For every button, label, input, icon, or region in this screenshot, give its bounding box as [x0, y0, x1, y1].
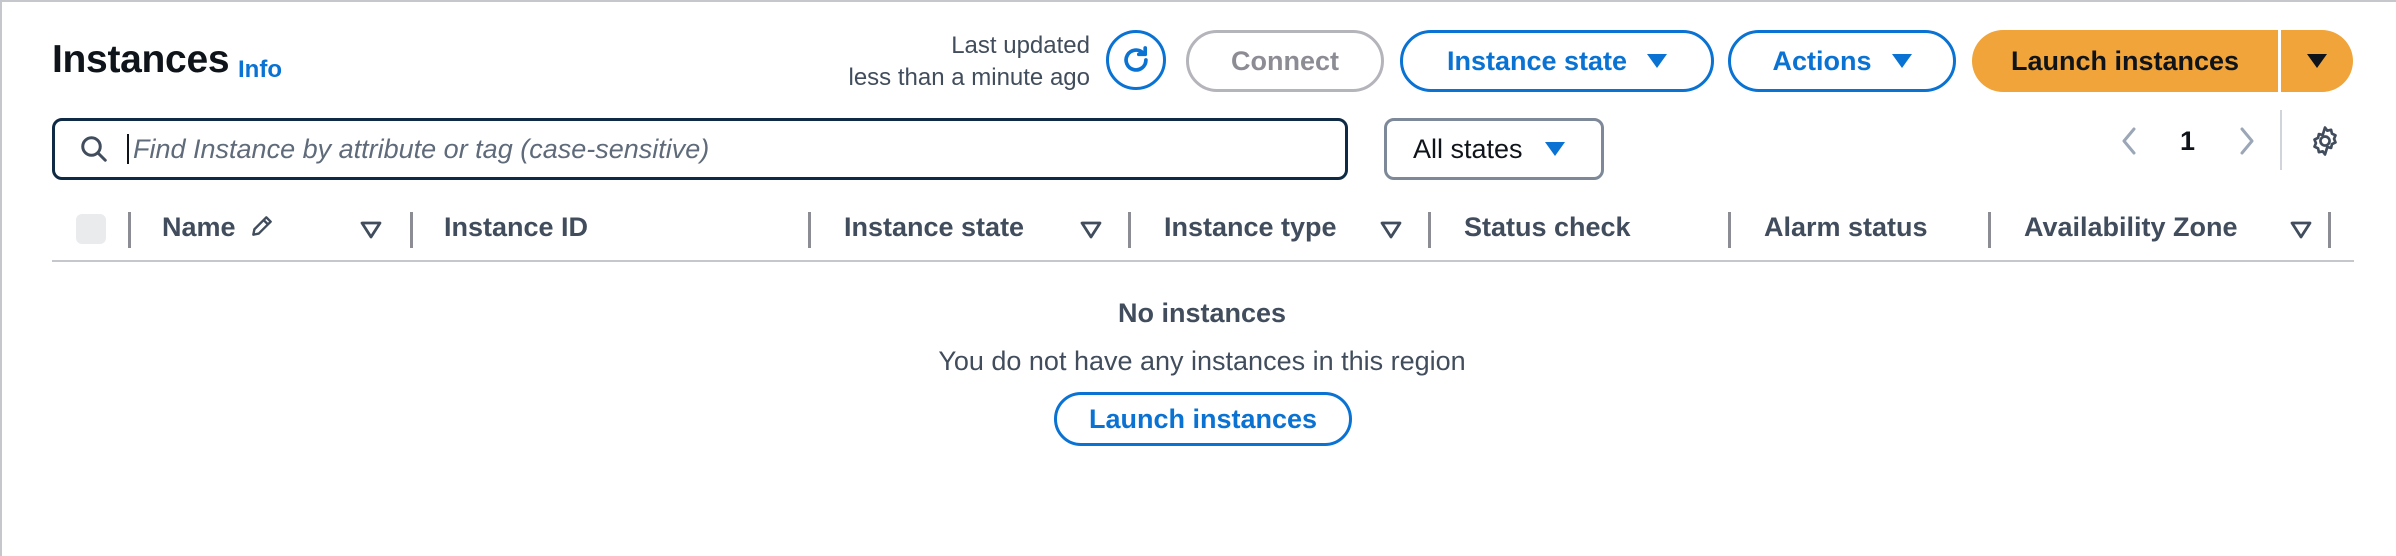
column-header-status-check[interactable]: Status check	[1464, 212, 1631, 243]
chevron-right-icon[interactable]	[2234, 124, 2258, 158]
page-title: Instances	[52, 38, 230, 81]
search-input[interactable]	[133, 133, 1313, 165]
pencil-icon	[252, 216, 272, 236]
actions-button-label: Actions	[1772, 45, 1872, 76]
select-all-checkbox[interactable]	[76, 214, 106, 244]
column-header-name[interactable]: Name	[162, 212, 275, 243]
instances-panel: Instances Info Last updated less than a …	[0, 0, 2396, 556]
instance-state-button[interactable]: Instance state	[1400, 30, 1714, 92]
last-updated: Last updated less than a minute ago	[849, 30, 1091, 94]
divider	[2280, 110, 2282, 170]
column-header-instance-id[interactable]: Instance ID	[444, 212, 588, 243]
state-filter-select[interactable]: All states	[1384, 118, 1604, 180]
column-separator	[1988, 212, 1991, 248]
column-separator	[1128, 212, 1131, 248]
sort-icon[interactable]	[360, 220, 382, 240]
settings-icon[interactable]	[2308, 124, 2342, 158]
column-header-label: Name	[162, 212, 236, 242]
search-icon	[81, 136, 107, 162]
column-header-alarm-status[interactable]: Alarm status	[1764, 212, 1928, 243]
sort-icon[interactable]	[1080, 220, 1102, 240]
column-separator	[808, 212, 811, 248]
actions-button[interactable]: Actions	[1728, 30, 1956, 92]
column-separator	[1728, 212, 1731, 248]
column-header-instance-type[interactable]: Instance type	[1164, 212, 1337, 243]
chevron-left-icon[interactable]	[2118, 124, 2142, 158]
search-box[interactable]	[52, 118, 1348, 180]
last-updated-value: less than a minute ago	[848, 64, 1091, 91]
caret-down-icon	[1647, 54, 1668, 68]
launch-instances-button[interactable]: Launch instances	[1972, 30, 2278, 92]
empty-state-launch-button[interactable]: Launch instances	[1054, 392, 1352, 446]
table-header: Name Instance ID Instance state Instance…	[52, 202, 2354, 262]
column-separator	[2328, 212, 2331, 248]
empty-state-description: You do not have any instances in this re…	[938, 346, 1466, 376]
connect-button-label: Connect	[1231, 45, 1339, 76]
sort-icon[interactable]	[2290, 220, 2312, 240]
refresh-icon	[1124, 46, 1148, 72]
empty-state-title: No instances	[1117, 298, 1287, 328]
instance-state-button-label: Instance state	[1446, 45, 1628, 76]
column-separator	[1428, 212, 1431, 248]
caret-down-icon	[2307, 54, 2327, 68]
last-updated-label: Last updated	[951, 32, 1090, 59]
caret-down-icon	[1544, 142, 1565, 156]
column-header-availability-zone[interactable]: Availability Zone	[2024, 212, 2238, 243]
column-separator	[128, 212, 131, 248]
launch-instances-dropdown-button[interactable]	[2281, 30, 2353, 92]
text-cursor	[127, 134, 129, 164]
connect-button[interactable]: Connect	[1186, 30, 1384, 92]
refresh-button[interactable]	[1106, 30, 1166, 90]
caret-down-icon	[1891, 54, 1912, 68]
column-separator	[410, 212, 413, 248]
column-header-instance-state[interactable]: Instance state	[844, 212, 1024, 243]
state-filter-value: All states	[1413, 133, 1523, 164]
info-link[interactable]: Info	[238, 56, 282, 84]
current-page[interactable]: 1	[2180, 126, 2195, 157]
sort-icon[interactable]	[1380, 220, 1402, 240]
